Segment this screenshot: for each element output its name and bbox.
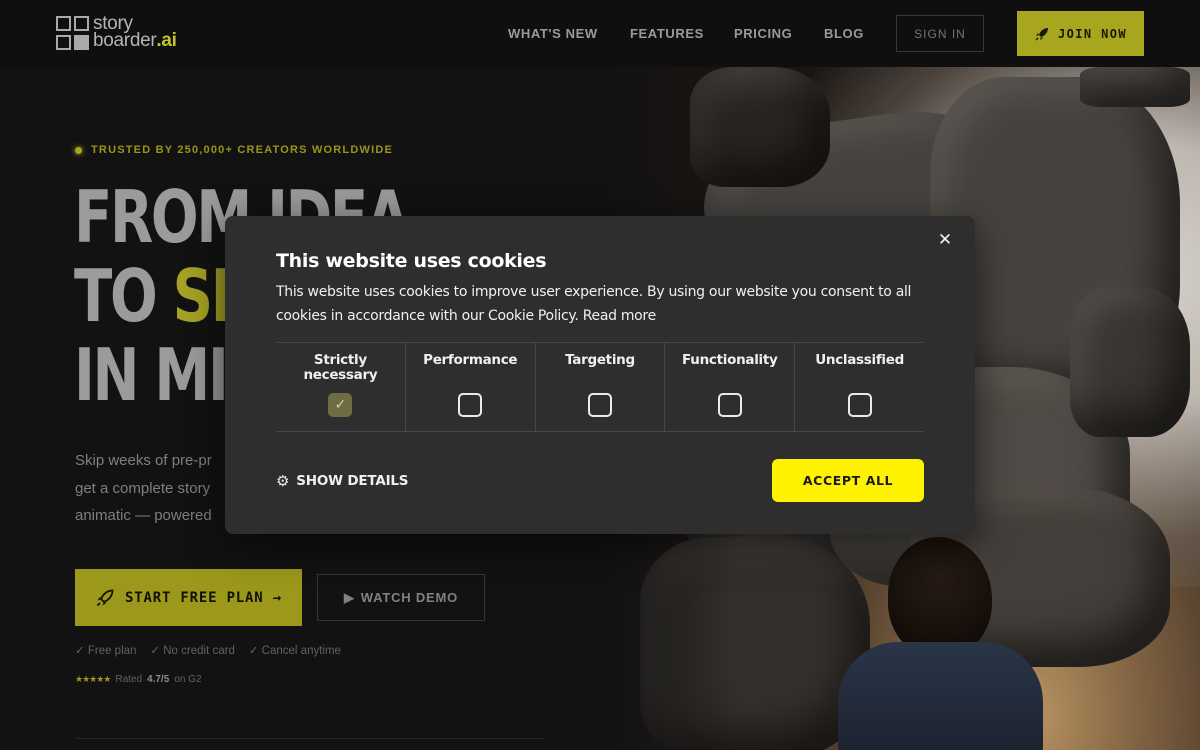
read-more-link[interactable]: Read more — [583, 308, 657, 324]
cookie-consent-dialog: ✕ This website uses cookies This website… — [225, 216, 975, 534]
check-icon: ✓ — [334, 397, 347, 413]
category-functionality: Functionality — [665, 343, 796, 431]
gear-icon: ⚙ — [276, 472, 290, 490]
category-label: Strictly necessary — [303, 352, 378, 383]
category-label: Unclassified — [815, 352, 904, 368]
strictly-necessary-checkbox[interactable]: ✓ — [328, 393, 353, 417]
category-label: Performance — [423, 352, 518, 368]
show-details-button[interactable]: ⚙ SHOW DETAILS — [276, 472, 409, 490]
category-unclassified: Unclassified — [795, 343, 924, 431]
show-details-label: SHOW DETAILS — [296, 473, 409, 489]
targeting-checkbox[interactable] — [587, 393, 612, 417]
cookie-categories: Strictly necessary ✓ Performance Targeti… — [276, 342, 924, 432]
category-label: Targeting — [565, 352, 635, 368]
unclassified-checkbox[interactable] — [847, 393, 872, 417]
cookie-description: This website uses cookies to improve use… — [276, 281, 926, 328]
category-label: Functionality — [682, 352, 778, 368]
accept-all-button[interactable]: ACCEPT ALL — [772, 459, 924, 502]
category-targeting: Targeting — [536, 343, 666, 431]
performance-checkbox[interactable] — [458, 393, 483, 417]
functionality-checkbox[interactable] — [717, 393, 742, 417]
close-icon[interactable]: ✕ — [935, 230, 955, 250]
category-performance: Performance — [406, 343, 536, 431]
cookie-title: This website uses cookies — [276, 250, 547, 272]
category-strictly-necessary: Strictly necessary ✓ — [276, 343, 406, 431]
